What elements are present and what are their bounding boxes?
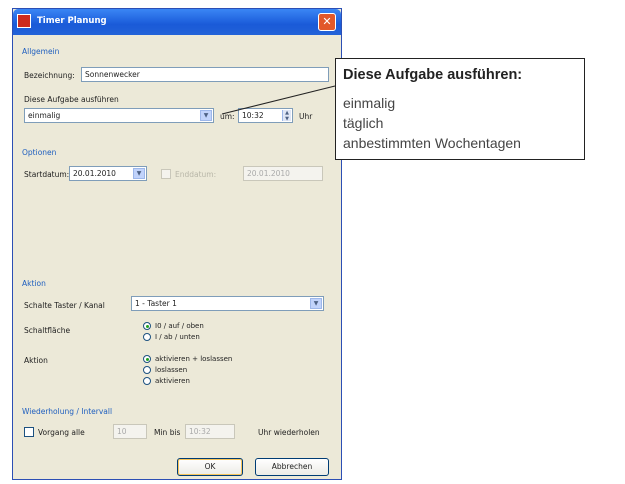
callout-option-daily: täglich [343, 115, 384, 131]
callout-option-weekdays: anbestimmten Wochentagen [343, 135, 521, 151]
annotation-callout: Diese Aufgabe ausführen: einmalig täglic… [335, 58, 585, 160]
callout-option-once: einmalig [343, 95, 396, 111]
callout-title: Diese Aufgabe ausführen: [343, 67, 523, 83]
